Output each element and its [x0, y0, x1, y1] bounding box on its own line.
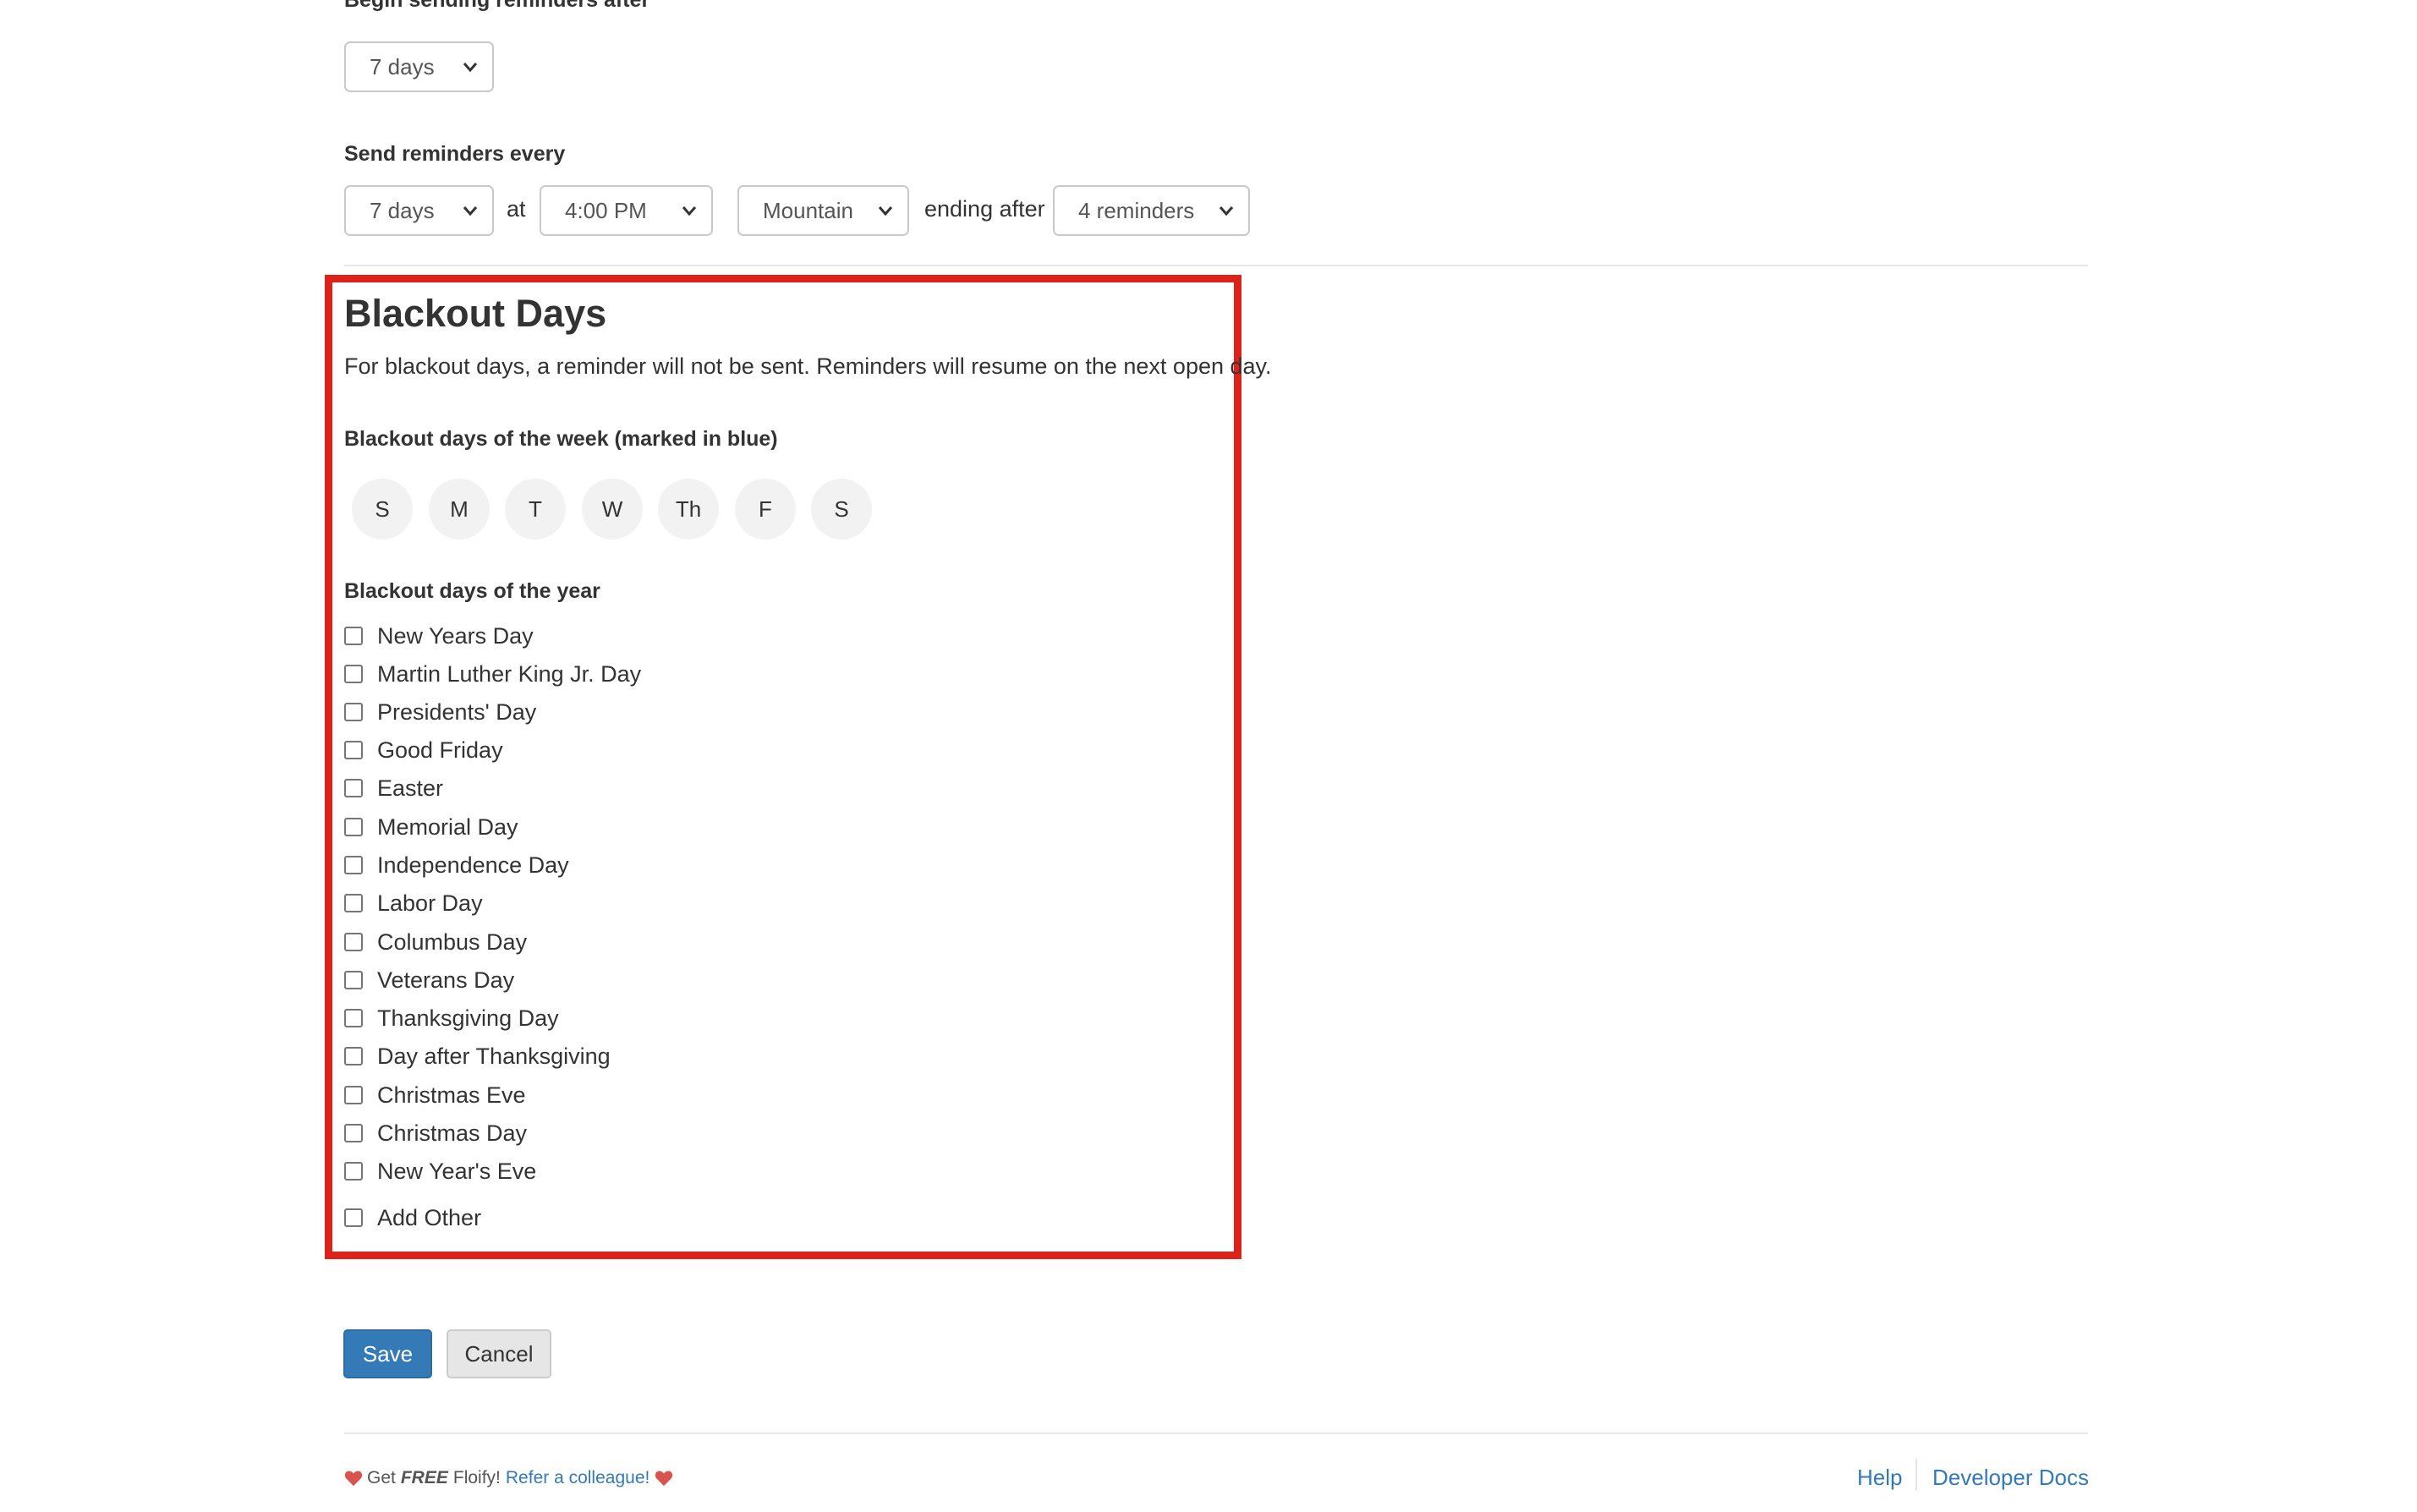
heart-icon [655, 1471, 673, 1487]
send-every-label: Send reminders every [344, 142, 566, 166]
holiday-row-labor-day[interactable]: Labor Day [344, 888, 483, 918]
holiday-row-columbus-day[interactable]: Columbus Day [344, 927, 527, 957]
chevron-down-icon [463, 63, 478, 73]
weekday-tuesday[interactable]: T [505, 479, 566, 540]
heart-icon [344, 1471, 363, 1487]
add-other-label: Add Other [377, 1204, 482, 1230]
holiday-row-veterans-day[interactable]: Veterans Day [344, 965, 514, 995]
weekday-friday[interactable]: F [735, 479, 796, 540]
begin-delay-select[interactable]: 7 days [344, 41, 494, 92]
cancel-button[interactable]: Cancel [447, 1329, 551, 1378]
reminder-count-value: 4 reminders [1078, 197, 1195, 223]
holiday-row-new-years-day[interactable]: New Years Day [344, 621, 534, 651]
section-divider [344, 265, 2088, 266]
timezone-value: Mountain [763, 197, 853, 223]
holiday-row-christmas-eve[interactable]: Christmas Eve [344, 1080, 526, 1110]
chevron-down-icon [1219, 206, 1234, 216]
holiday-label: Thanksgiving Day [377, 1005, 559, 1031]
holiday-checkbox[interactable] [344, 665, 363, 683]
weekday-saturday[interactable]: S [811, 479, 872, 540]
footer-link-divider [1916, 1459, 1917, 1491]
reminder-count-select[interactable]: 4 reminders [1053, 185, 1250, 236]
time-value: 4:00 PM [565, 197, 647, 223]
holiday-checkbox[interactable] [344, 1009, 363, 1027]
year-days-label: Blackout days of the year [344, 579, 600, 603]
begin-delay-value: 7 days [370, 53, 435, 79]
weekday-thursday[interactable]: Th [658, 479, 719, 540]
holiday-checkbox[interactable] [344, 856, 363, 874]
holiday-label: New Year's Eve [377, 1158, 537, 1184]
holiday-label: Veterans Day [377, 967, 515, 993]
holiday-row-memorial-day[interactable]: Memorial Day [344, 812, 518, 842]
footer-get-text: Get [367, 1468, 396, 1487]
holiday-checkbox[interactable] [344, 741, 363, 759]
holiday-row-independence-day[interactable]: Independence Day [344, 850, 569, 880]
holiday-label: New Years Day [377, 622, 534, 649]
timezone-select[interactable]: Mountain [737, 185, 909, 236]
holiday-label: Presidents' Day [377, 698, 537, 725]
interval-select[interactable]: 7 days [344, 185, 494, 236]
holiday-row-thanksgiving-day[interactable]: Thanksgiving Day [344, 1003, 559, 1033]
holiday-label: Martin Luther King Jr. Day [377, 660, 642, 687]
footer-divider [344, 1433, 2088, 1434]
holiday-checkbox[interactable] [344, 971, 363, 989]
holiday-checkbox[interactable] [344, 703, 363, 721]
ending-after-text: ending after [924, 196, 1045, 222]
holiday-row-mlk-day[interactable]: Martin Luther King Jr. Day [344, 659, 641, 689]
holiday-checkbox[interactable] [344, 779, 363, 797]
holiday-checkbox[interactable] [344, 933, 363, 951]
footer-free-text: FREE [400, 1468, 448, 1487]
holiday-checkbox[interactable] [344, 1124, 363, 1142]
holiday-checkbox[interactable] [344, 627, 363, 645]
holiday-label: Day after Thanksgiving [377, 1043, 611, 1069]
holiday-checkbox[interactable] [344, 1047, 363, 1066]
chevron-down-icon [682, 206, 697, 216]
footer-referral: Get FREE Floify! Refer a colleague! [344, 1468, 673, 1488]
holiday-row-new-years-eve[interactable]: New Year's Eve [344, 1156, 536, 1186]
developer-docs-link[interactable]: Developer Docs [1932, 1465, 2089, 1491]
holiday-row-day-after-thanksgiving[interactable]: Day after Thanksgiving [344, 1041, 611, 1071]
begin-reminders-label: Begin sending reminders after [344, 0, 650, 12]
blackout-description: For blackout days, a reminder will not b… [344, 353, 1272, 379]
holiday-row-good-friday[interactable]: Good Friday [344, 735, 503, 765]
save-button[interactable]: Save [343, 1329, 432, 1378]
holiday-row-easter[interactable]: Easter [344, 773, 443, 803]
weekday-sunday[interactable]: S [352, 479, 413, 540]
holiday-label: Easter [377, 775, 444, 801]
holiday-label: Columbus Day [377, 929, 528, 955]
holiday-label: Labor Day [377, 890, 483, 916]
holiday-row-add-other[interactable]: Add Other [344, 1202, 481, 1233]
refer-colleague-link[interactable]: Refer a colleague! [506, 1468, 649, 1488]
blackout-title: Blackout Days [344, 292, 607, 335]
holiday-row-presidents-day[interactable]: Presidents' Day [344, 697, 536, 727]
holiday-label: Christmas Day [377, 1120, 528, 1146]
help-link[interactable]: Help [1857, 1465, 1902, 1491]
at-text: at [507, 196, 526, 222]
holiday-row-christmas-day[interactable]: Christmas Day [344, 1118, 527, 1148]
week-days-label: Blackout days of the week (marked in blu… [344, 427, 778, 451]
interval-value: 7 days [370, 197, 435, 223]
holiday-label: Christmas Eve [377, 1082, 526, 1108]
holiday-label: Memorial Day [377, 814, 518, 840]
holiday-checkbox[interactable] [344, 1208, 363, 1227]
holiday-checkbox[interactable] [344, 1086, 363, 1104]
time-select[interactable]: 4:00 PM [540, 185, 713, 236]
highlight-box [325, 275, 1241, 1259]
holiday-label: Good Friday [377, 737, 503, 763]
footer-product-text: Floify! [452, 1468, 501, 1487]
holiday-label: Independence Day [377, 852, 569, 878]
weekday-monday[interactable]: M [429, 479, 490, 540]
weekday-wednesday[interactable]: W [582, 479, 643, 540]
chevron-down-icon [878, 206, 893, 216]
holiday-checkbox[interactable] [344, 894, 363, 912]
holiday-checkbox[interactable] [344, 1162, 363, 1181]
holiday-checkbox[interactable] [344, 818, 363, 836]
chevron-down-icon [463, 206, 478, 216]
